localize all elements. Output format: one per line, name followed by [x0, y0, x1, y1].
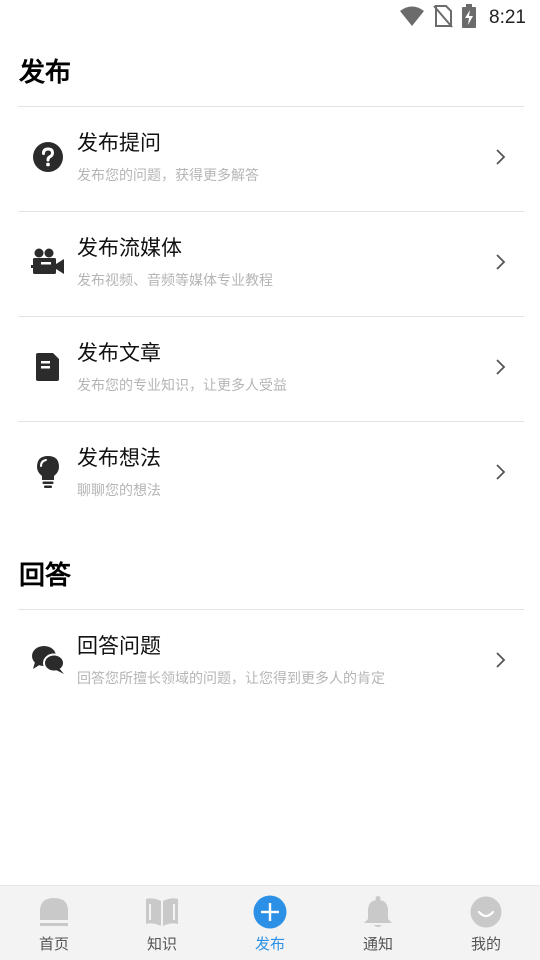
- chevron-right-icon: [494, 252, 508, 272]
- tab-label: 我的: [470, 935, 501, 953]
- row-title: 发布流媒体: [77, 236, 182, 260]
- chat-bubbles-icon: [30, 642, 66, 678]
- lightbulb-icon: [30, 454, 66, 490]
- plus-circle-icon: [253, 895, 287, 929]
- publish-question-row[interactable]: 发布提问 发布您的问题，获得更多解答: [18, 107, 524, 211]
- book-icon: [145, 895, 179, 929]
- row-subtitle: 发布您的问题，获得更多解答: [77, 168, 259, 184]
- battery-charging-icon: [461, 4, 477, 32]
- chevron-right-icon: [494, 650, 508, 670]
- row-subtitle: 聊聊您的想法: [77, 483, 161, 499]
- row-subtitle: 回答您所擅长领域的问题，让您得到更多人的肯定: [77, 671, 385, 687]
- wifi-icon: [399, 5, 425, 31]
- home-icon: [37, 895, 71, 929]
- row-title: 发布文章: [77, 341, 161, 365]
- status-bar: 8:21: [0, 0, 540, 36]
- chevron-right-icon: [494, 357, 508, 377]
- status-time: 8:21: [489, 7, 526, 28]
- row-title: 发布提问: [77, 131, 161, 155]
- bottom-tab-bar: 首页 知识 发布 通知 我的: [0, 885, 540, 960]
- row-title: 回答问题: [77, 634, 161, 658]
- publish-article-row[interactable]: 发布文章 发布您的专业知识，让更多人受益: [18, 317, 524, 421]
- tab-knowledge[interactable]: 知识: [108, 886, 216, 960]
- tab-label: 通知: [362, 935, 393, 953]
- section-title-answer: 回答: [19, 561, 72, 591]
- bell-icon: [361, 895, 395, 929]
- chevron-right-icon: [494, 462, 508, 482]
- tab-home[interactable]: 首页: [0, 886, 108, 960]
- tab-profile[interactable]: 我的: [432, 886, 540, 960]
- chevron-right-icon: [494, 147, 508, 167]
- tab-label: 首页: [38, 935, 69, 953]
- tab-label: 发布: [254, 935, 285, 953]
- publish-idea-row[interactable]: 发布想法 聊聊您的想法: [18, 422, 524, 526]
- video-camera-icon: [30, 244, 66, 280]
- publish-media-row[interactable]: 发布流媒体 发布视频、音频等媒体专业教程: [18, 212, 524, 316]
- row-subtitle: 发布视频、音频等媒体专业教程: [77, 273, 273, 289]
- row-title: 发布想法: [77, 446, 161, 470]
- no-sim-icon: [433, 4, 453, 32]
- article-icon: [30, 349, 66, 385]
- answer-question-row[interactable]: 回答问题 回答您所擅长领域的问题，让您得到更多人的肯定: [18, 610, 524, 714]
- tab-label: 知识: [146, 935, 177, 953]
- tab-publish[interactable]: 发布: [216, 886, 324, 960]
- tab-notifications[interactable]: 通知: [324, 886, 432, 960]
- section-title-publish: 发布: [19, 58, 72, 88]
- smile-face-icon: [469, 895, 503, 929]
- row-subtitle: 发布您的专业知识，让更多人受益: [77, 378, 287, 394]
- question-circle-icon: [30, 139, 66, 175]
